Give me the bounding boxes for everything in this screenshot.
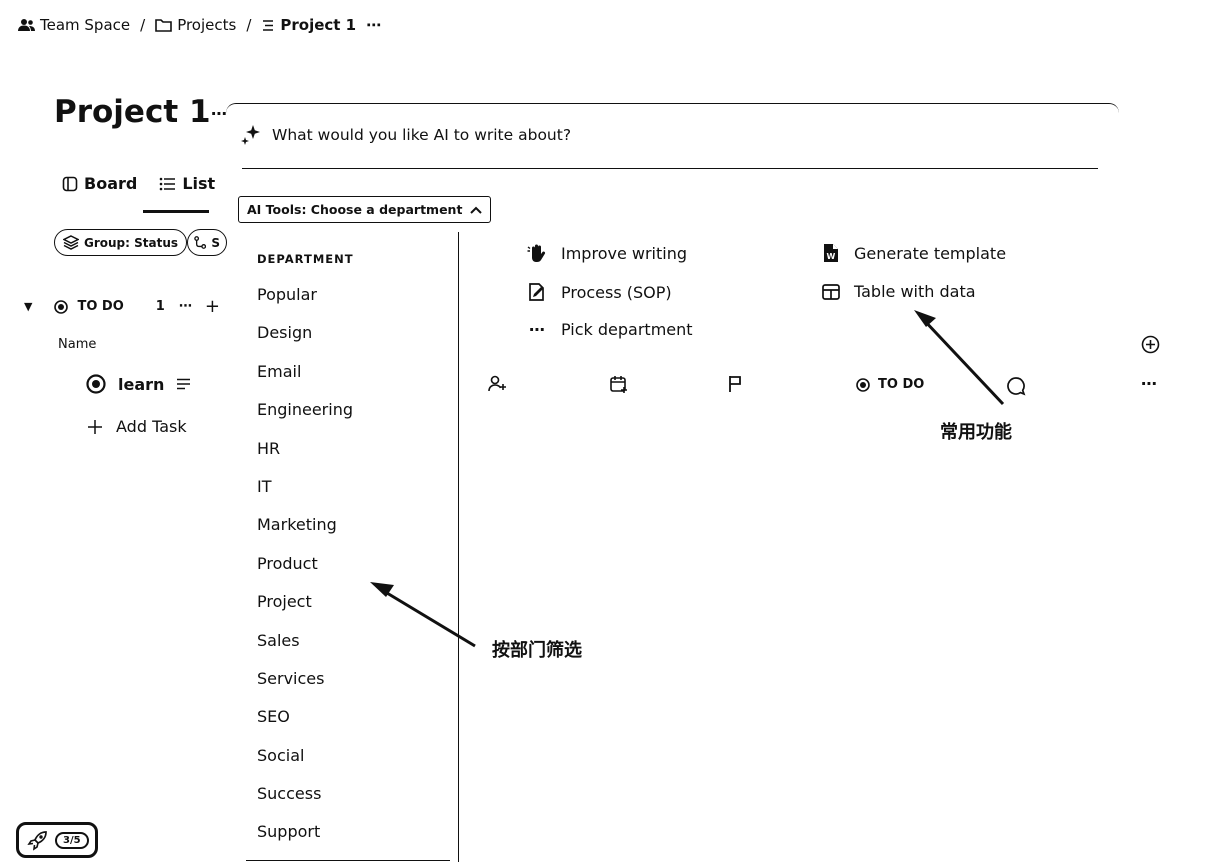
annotation-arrow-common bbox=[914, 310, 1005, 406]
group-count: 1 bbox=[155, 299, 165, 314]
tab-board[interactable]: Board bbox=[62, 174, 137, 193]
more-icon: ⋯ bbox=[529, 320, 545, 339]
group-by-label: Group: Status bbox=[84, 235, 179, 250]
department-item-support[interactable]: Support bbox=[257, 821, 353, 859]
breadcrumb-more-icon[interactable]: ⋯ bbox=[366, 16, 382, 34]
add-task-button[interactable]: Add Task bbox=[88, 417, 187, 436]
department-item-marketing[interactable]: Marketing bbox=[257, 514, 353, 552]
column-header-name[interactable]: Name bbox=[58, 337, 96, 352]
ai-prompt-placeholder: What would you like AI to write about? bbox=[272, 126, 572, 144]
breadcrumb-team-label: Team Space bbox=[40, 16, 131, 34]
tool-process-sop[interactable]: Process (SOP) bbox=[527, 282, 672, 302]
breadcrumb-team-space[interactable]: Team Space bbox=[18, 16, 130, 34]
tool-generate-template-label: Generate template bbox=[854, 243, 1007, 263]
chevron-up-icon bbox=[470, 206, 483, 214]
folder-icon bbox=[155, 19, 172, 32]
subtask-icon bbox=[194, 236, 207, 249]
breadcrumb-separator: / bbox=[140, 16, 146, 34]
table-icon bbox=[822, 283, 840, 300]
annotation-filter-by-department: 按部门筛选 bbox=[492, 640, 582, 661]
breadcrumb: Team Space / Projects / Project 1 ⋯ bbox=[18, 16, 382, 34]
calendar-add-icon[interactable] bbox=[609, 374, 629, 394]
breadcrumb-current-label: Project 1 bbox=[280, 16, 357, 34]
page-title: Project 1 bbox=[54, 94, 211, 130]
board-icon bbox=[62, 176, 78, 191]
breadcrumb-project-1[interactable]: Project 1 bbox=[261, 16, 356, 34]
view-tabs: Board List bbox=[62, 174, 215, 193]
subtasks-label: S bbox=[211, 235, 220, 250]
tool-pick-department[interactable]: ⋯ Pick department bbox=[527, 320, 693, 339]
ai-prompt-input[interactable]: What would you like AI to write about? bbox=[240, 124, 571, 146]
status-dot-icon bbox=[54, 299, 69, 314]
progress-count: 3/5 bbox=[55, 831, 89, 849]
tab-active-indicator bbox=[143, 210, 209, 213]
department-list: Popular Design Email Engineering HR IT M… bbox=[257, 284, 353, 860]
department-item-hr[interactable]: HR bbox=[257, 438, 353, 476]
tool-process-sop-label: Process (SOP) bbox=[561, 282, 672, 302]
list-view-icon bbox=[160, 177, 176, 190]
title-menu-icon[interactable]: ⋯ bbox=[211, 104, 227, 123]
task-row[interactable]: learn bbox=[86, 374, 191, 394]
collapse-caret-icon[interactable]: ▼ bbox=[24, 300, 32, 313]
tool-pick-department-label: Pick department bbox=[561, 320, 693, 339]
status-dot-icon bbox=[856, 377, 870, 392]
onboarding-progress-badge[interactable]: 3/5 bbox=[16, 822, 98, 858]
department-item-design[interactable]: Design bbox=[257, 322, 353, 360]
breadcrumb-separator: / bbox=[246, 16, 252, 34]
hand-wave-icon bbox=[527, 244, 546, 262]
department-item-success[interactable]: Success bbox=[257, 783, 353, 821]
divider bbox=[242, 168, 1098, 169]
task-status-icon[interactable] bbox=[86, 374, 106, 394]
department-item-product[interactable]: Product bbox=[257, 553, 353, 591]
list-icon bbox=[263, 19, 274, 31]
divider bbox=[246, 860, 450, 861]
layers-icon bbox=[63, 235, 79, 250]
subtasks-chip[interactable]: S bbox=[187, 229, 227, 256]
department-item-email[interactable]: Email bbox=[257, 361, 353, 399]
assignee-add-icon[interactable] bbox=[488, 374, 508, 394]
tool-table-with-data-label: Table with data bbox=[854, 282, 976, 301]
group-status-label: TO DO bbox=[77, 299, 124, 314]
department-select[interactable]: AI Tools: Choose a department bbox=[238, 196, 492, 223]
task-name[interactable]: learn bbox=[118, 375, 164, 394]
department-select-label: AI Tools: Choose a department bbox=[247, 202, 463, 217]
rocket-icon bbox=[27, 831, 47, 851]
priority-flag-icon[interactable] bbox=[727, 374, 745, 394]
group-add-icon[interactable]: + bbox=[205, 296, 220, 317]
tool-table-with-data[interactable]: Table with data bbox=[822, 282, 976, 301]
annotation-arrow-department bbox=[370, 582, 476, 648]
tool-improve-writing-label: Improve writing bbox=[561, 243, 687, 263]
tab-list[interactable]: List bbox=[159, 174, 215, 193]
department-item-sales[interactable]: Sales bbox=[257, 630, 353, 668]
tool-generate-template[interactable]: W Generate template bbox=[822, 243, 1006, 263]
svg-text:W: W bbox=[827, 252, 836, 261]
status-todo[interactable]: TO DO bbox=[54, 299, 124, 314]
add-task-label: Add Task bbox=[116, 417, 187, 436]
group-header-todo: ▼ TO DO 1 ⋯ + bbox=[24, 296, 220, 317]
department-item-seo[interactable]: SEO bbox=[257, 706, 353, 744]
tool-improve-writing[interactable]: Improve writing bbox=[527, 243, 687, 263]
add-column-icon[interactable] bbox=[1141, 335, 1160, 354]
department-item-social[interactable]: Social bbox=[257, 745, 353, 783]
annotation-common-features: 常用功能 bbox=[940, 422, 1012, 443]
description-icon bbox=[177, 378, 191, 390]
word-document-icon: W bbox=[824, 244, 838, 262]
department-header: DEPARTMENT bbox=[257, 252, 354, 266]
tab-list-label: List bbox=[182, 174, 216, 193]
department-item-engineering[interactable]: Engineering bbox=[257, 399, 353, 437]
tab-board-label: Board bbox=[84, 174, 138, 193]
department-item-services[interactable]: Services bbox=[257, 668, 353, 706]
breadcrumb-projects[interactable]: Projects bbox=[155, 16, 236, 34]
department-item-project[interactable]: Project bbox=[257, 591, 353, 629]
department-item-popular[interactable]: Popular bbox=[257, 284, 353, 322]
sparkle-icon bbox=[241, 125, 260, 145]
group-by-status-chip[interactable]: Group: Status bbox=[54, 229, 188, 256]
department-item-it[interactable]: IT bbox=[257, 476, 353, 514]
group-more-icon[interactable]: ⋯ bbox=[179, 299, 193, 314]
document-pen-icon bbox=[529, 283, 544, 301]
breadcrumb-projects-label: Projects bbox=[177, 16, 237, 34]
plus-icon bbox=[88, 419, 102, 434]
people-icon bbox=[18, 19, 35, 31]
task-more-icon[interactable]: ⋯ bbox=[1141, 374, 1157, 393]
